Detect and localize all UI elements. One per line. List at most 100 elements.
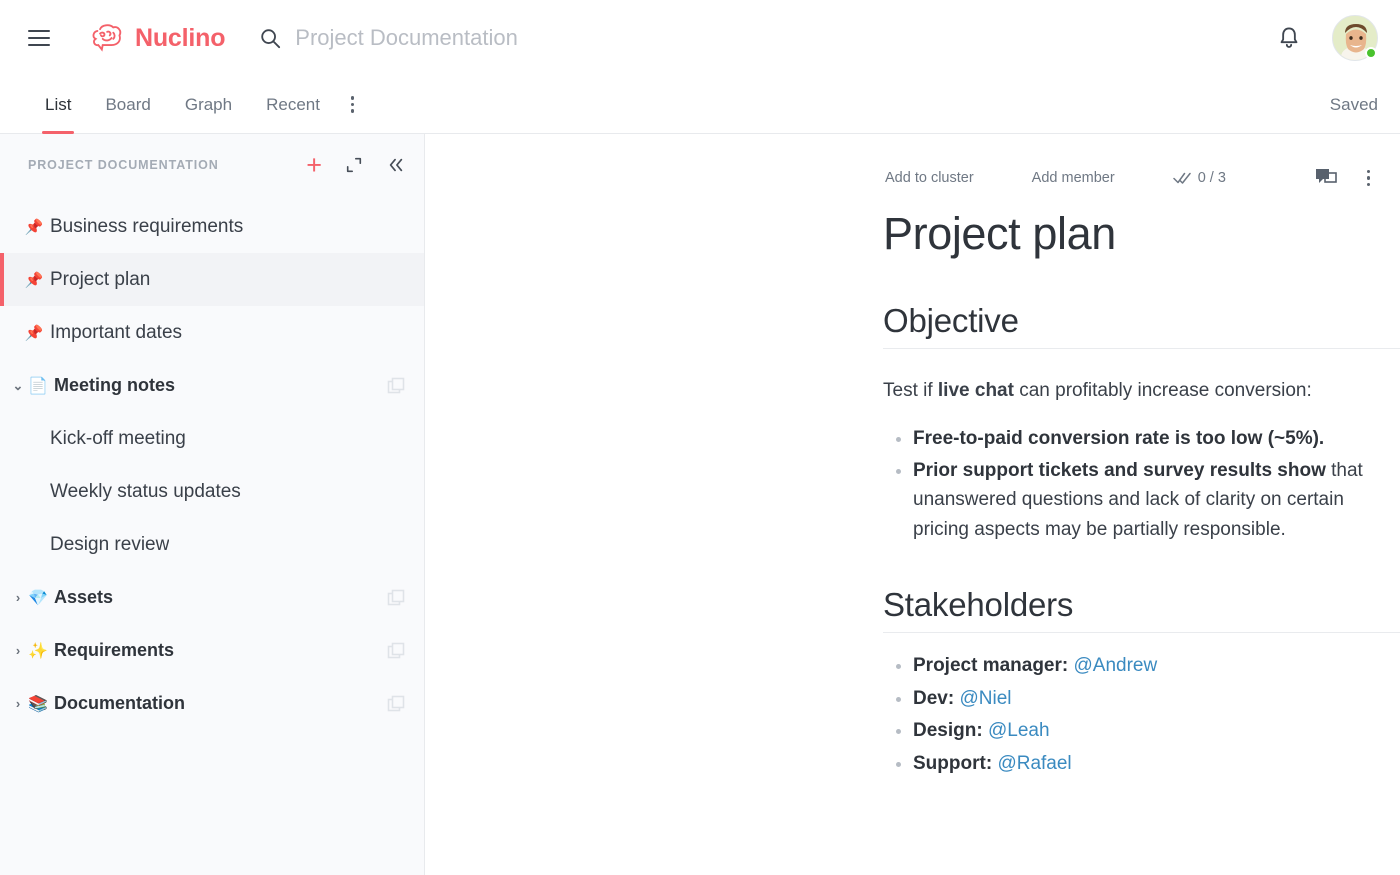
task-progress[interactable]: 0 / 3 bbox=[1173, 170, 1226, 186]
sidebar-cluster-label: Assets bbox=[54, 587, 113, 608]
cluster-emoji-icon: 💎 bbox=[26, 588, 50, 608]
presence-indicator bbox=[1365, 47, 1377, 59]
comment-icon[interactable] bbox=[1315, 168, 1337, 188]
more-vertical-icon bbox=[351, 96, 355, 113]
sidebar-item-weekly-status-updates[interactable]: Weekly status updates bbox=[0, 465, 424, 518]
stakeholder-role: Support: bbox=[913, 753, 992, 774]
chevron-right-icon[interactable]: › bbox=[10, 590, 26, 605]
stakeholders-bullets: Project manager: @Andrew Dev: @Niel Desi… bbox=[883, 651, 1370, 778]
task-count: 0 / 3 bbox=[1198, 170, 1226, 186]
sidebar-cluster-label: Meeting notes bbox=[54, 375, 175, 396]
search-input[interactable]: Project Documentation bbox=[259, 25, 1276, 51]
double-check-icon bbox=[1173, 171, 1191, 185]
tab-graph[interactable]: Graph bbox=[168, 76, 249, 133]
pin-icon: 📌 bbox=[24, 218, 44, 236]
document-body: Project plan Objective Test if live chat… bbox=[425, 208, 1400, 778]
objective-bullets: Free-to-paid conversion rate is too low … bbox=[883, 424, 1370, 545]
sidebar-cluster-meeting-notes[interactable]: ⌄ 📄 Meeting notes bbox=[0, 359, 424, 412]
stacked-pages-icon bbox=[386, 588, 406, 608]
main-body: PROJECT DOCUMENTATION + bbox=[0, 134, 1400, 875]
bullet-bold: Free-to-paid conversion rate is too low … bbox=[913, 428, 1324, 449]
document-toolbar: Add to cluster Add member 0 / 3 bbox=[425, 134, 1400, 192]
add-to-cluster-button[interactable]: Add to cluster bbox=[885, 170, 974, 186]
add-item-button[interactable]: + bbox=[306, 152, 322, 179]
stakeholder-role: Dev: bbox=[913, 688, 954, 709]
paragraph-prefix: Test if bbox=[883, 380, 938, 401]
objective-paragraph[interactable]: Test if live chat can profitably increas… bbox=[883, 377, 1370, 406]
sidebar-list: 📌 Business requirements 📌 Project plan 📌… bbox=[0, 196, 424, 875]
stakeholder-role: Design: bbox=[913, 720, 983, 741]
tab-bar: List Board Graph Recent Saved bbox=[0, 76, 1400, 134]
tab-recent[interactable]: Recent bbox=[249, 76, 337, 133]
tabs-more-icon[interactable] bbox=[337, 76, 369, 133]
cluster-emoji-icon: 📄 bbox=[26, 376, 50, 396]
save-status: Saved bbox=[1330, 76, 1378, 133]
cluster-emoji-icon: 📚 bbox=[26, 694, 50, 714]
sidebar-cluster-label: Documentation bbox=[54, 693, 185, 714]
heading-objective: Objective bbox=[883, 302, 1400, 349]
sidebar-cluster-label: Requirements bbox=[54, 640, 174, 661]
list-item[interactable]: Support: @Rafael bbox=[883, 749, 1370, 778]
chevron-right-icon[interactable]: › bbox=[10, 696, 26, 711]
list-item[interactable]: Project manager: @Andrew bbox=[883, 651, 1370, 680]
app-root: Nuclino Project Documentation bbox=[0, 0, 1400, 875]
sidebar-item-design-review[interactable]: Design review bbox=[0, 518, 424, 571]
mention-link[interactable]: @Leah bbox=[988, 720, 1050, 741]
sidebar-item-label: Weekly status updates bbox=[50, 481, 241, 503]
stacked-pages-icon bbox=[386, 641, 406, 661]
sidebar-item-project-plan[interactable]: 📌 Project plan bbox=[0, 253, 424, 306]
heading-stakeholders: Stakeholders bbox=[883, 586, 1400, 633]
nuclino-brain-icon bbox=[90, 23, 126, 53]
bullet-bold: Prior support tickets and survey results… bbox=[913, 460, 1326, 481]
tab-list[interactable]: List bbox=[28, 76, 88, 133]
search-icon bbox=[259, 27, 281, 49]
sidebar-item-important-dates[interactable]: 📌 Important dates bbox=[0, 306, 424, 359]
avatar[interactable] bbox=[1332, 15, 1378, 61]
sidebar-header: PROJECT DOCUMENTATION + bbox=[0, 134, 424, 196]
expand-icon[interactable] bbox=[344, 155, 364, 175]
top-bar: Nuclino Project Documentation bbox=[0, 0, 1400, 76]
hamburger-icon[interactable] bbox=[28, 23, 58, 53]
page-title[interactable]: Project plan bbox=[883, 208, 1370, 260]
list-item[interactable]: Dev: @Niel bbox=[883, 684, 1370, 713]
tab-board[interactable]: Board bbox=[88, 76, 167, 133]
paragraph-bold: live chat bbox=[938, 380, 1014, 401]
list-item[interactable]: Prior support tickets and survey results… bbox=[883, 456, 1370, 544]
brand-logo[interactable]: Nuclino bbox=[90, 23, 225, 53]
sidebar-item-business-requirements[interactable]: 📌 Business requirements bbox=[0, 200, 424, 253]
chevron-right-icon[interactable]: › bbox=[10, 643, 26, 658]
sidebar-cluster-documentation[interactable]: › 📚 Documentation bbox=[0, 677, 424, 730]
stakeholder-role: Project manager: bbox=[913, 655, 1068, 676]
sidebar-cluster-assets[interactable]: › 💎 Assets bbox=[0, 571, 424, 624]
list-item[interactable]: Free-to-paid conversion rate is too low … bbox=[883, 424, 1370, 453]
search-placeholder: Project Documentation bbox=[295, 25, 518, 51]
add-member-button[interactable]: Add member bbox=[1032, 170, 1115, 186]
sidebar-title: PROJECT DOCUMENTATION bbox=[28, 158, 219, 172]
document-pane: Add to cluster Add member 0 / 3 bbox=[425, 134, 1400, 875]
mention-link[interactable]: @Niel bbox=[959, 688, 1011, 709]
sidebar-item-label: Project plan bbox=[50, 269, 150, 291]
stacked-pages-icon bbox=[386, 376, 406, 396]
list-item[interactable]: Design: @Leah bbox=[883, 716, 1370, 745]
brand-name: Nuclino bbox=[135, 24, 225, 53]
mention-link[interactable]: @Andrew bbox=[1074, 655, 1158, 676]
bell-icon[interactable] bbox=[1276, 25, 1302, 51]
collapse-left-icon[interactable] bbox=[386, 155, 406, 175]
sidebar-item-label: Design review bbox=[50, 534, 169, 556]
cluster-emoji-icon: ✨ bbox=[26, 641, 50, 661]
sidebar-item-label: Business requirements bbox=[50, 216, 243, 238]
top-bar-actions bbox=[1276, 15, 1378, 61]
paragraph-suffix: can profitably increase conversion: bbox=[1014, 380, 1312, 401]
chevron-down-icon[interactable]: ⌄ bbox=[10, 378, 26, 394]
document-more-icon[interactable] bbox=[1367, 170, 1371, 187]
sidebar-actions: + bbox=[306, 152, 406, 179]
mention-link[interactable]: @Rafael bbox=[997, 753, 1071, 774]
pin-icon: 📌 bbox=[24, 324, 44, 342]
sidebar-item-label: Important dates bbox=[50, 322, 182, 344]
stacked-pages-icon bbox=[386, 694, 406, 714]
document-actions bbox=[1315, 168, 1375, 188]
view-tabs: List Board Graph Recent bbox=[28, 76, 368, 133]
sidebar-cluster-requirements[interactable]: › ✨ Requirements bbox=[0, 624, 424, 677]
sidebar-item-label: Kick-off meeting bbox=[50, 428, 186, 450]
sidebar-item-kick-off-meeting[interactable]: Kick-off meeting bbox=[0, 412, 424, 465]
